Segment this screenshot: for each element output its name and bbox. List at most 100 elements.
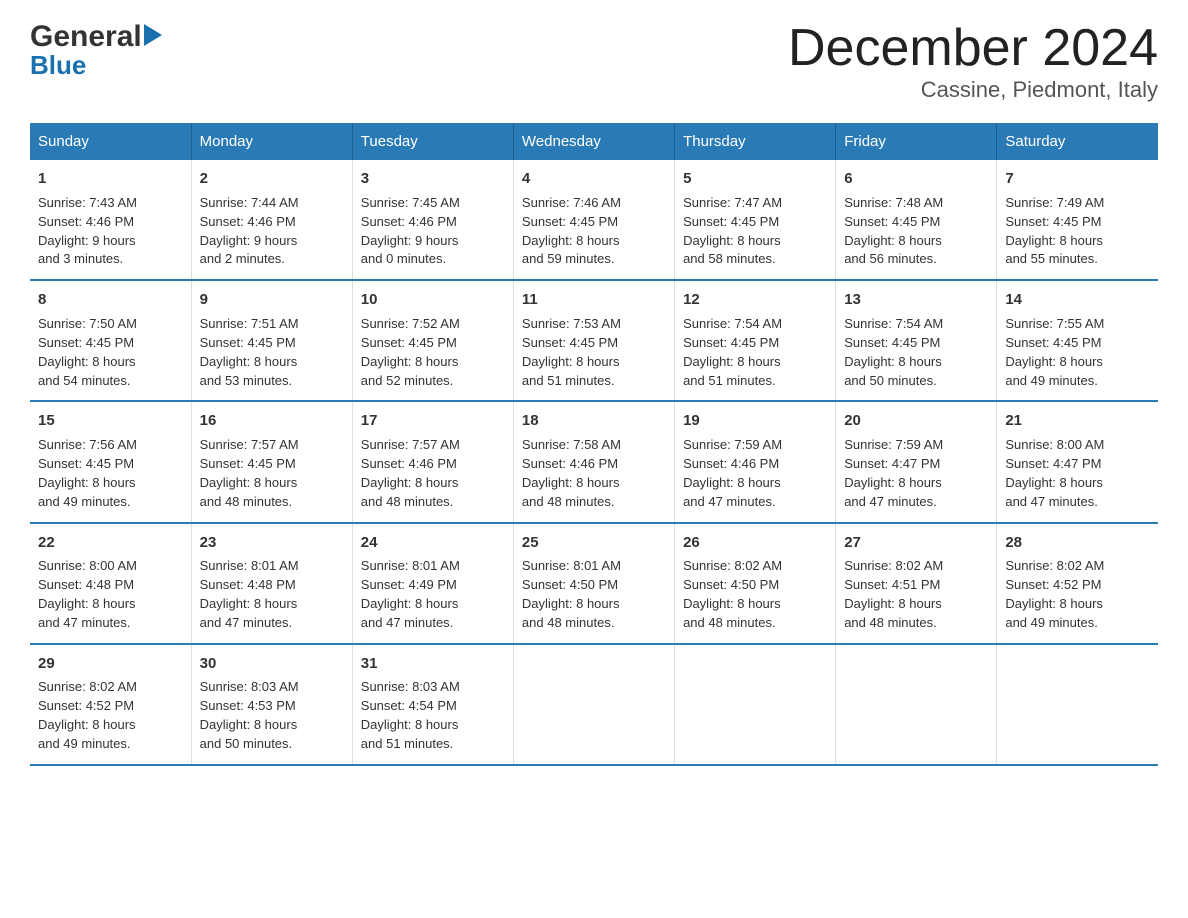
calendar-table: Sunday Monday Tuesday Wednesday Thursday… bbox=[30, 123, 1158, 766]
sunrise-text: Sunrise: 8:01 AM bbox=[522, 558, 621, 573]
table-row: 13 Sunrise: 7:54 AM Sunset: 4:45 PM Dayl… bbox=[836, 280, 997, 401]
daylight-text: Daylight: 8 hours bbox=[844, 354, 942, 369]
day-number: 25 bbox=[522, 532, 666, 554]
sunset-text: Sunset: 4:45 PM bbox=[522, 214, 618, 229]
sunrise-text: Sunrise: 7:53 AM bbox=[522, 316, 621, 331]
daylight-text: Daylight: 8 hours bbox=[522, 233, 620, 248]
sunset-text: Sunset: 4:48 PM bbox=[200, 577, 296, 592]
table-row: 29 Sunrise: 8:02 AM Sunset: 4:52 PM Dayl… bbox=[30, 644, 191, 765]
daylight-text: Daylight: 8 hours bbox=[683, 596, 781, 611]
sunset-text: Sunset: 4:45 PM bbox=[200, 456, 296, 471]
sunset-text: Sunset: 4:46 PM bbox=[361, 456, 457, 471]
logo-general-text: General bbox=[30, 20, 142, 54]
table-row: 2 Sunrise: 7:44 AM Sunset: 4:46 PM Dayli… bbox=[191, 160, 352, 280]
table-row: 3 Sunrise: 7:45 AM Sunset: 4:46 PM Dayli… bbox=[352, 160, 513, 280]
sunrise-text: Sunrise: 7:54 AM bbox=[844, 316, 943, 331]
sunset-text: Sunset: 4:47 PM bbox=[844, 456, 940, 471]
day-number: 10 bbox=[361, 289, 505, 311]
calendar-week-row: 8 Sunrise: 7:50 AM Sunset: 4:45 PM Dayli… bbox=[30, 280, 1158, 401]
sunset-text: Sunset: 4:50 PM bbox=[683, 577, 779, 592]
daylight-text: Daylight: 9 hours bbox=[38, 233, 136, 248]
day-info: Sunrise: 7:53 AM Sunset: 4:45 PM Dayligh… bbox=[522, 315, 666, 390]
day-info: Sunrise: 7:48 AM Sunset: 4:45 PM Dayligh… bbox=[844, 194, 988, 269]
daylight-text: Daylight: 8 hours bbox=[38, 717, 136, 732]
day-number: 3 bbox=[361, 168, 505, 190]
table-row: 30 Sunrise: 8:03 AM Sunset: 4:53 PM Dayl… bbox=[191, 644, 352, 765]
sunrise-text: Sunrise: 7:50 AM bbox=[38, 316, 137, 331]
sunset-text: Sunset: 4:45 PM bbox=[1005, 335, 1101, 350]
sunrise-text: Sunrise: 8:01 AM bbox=[361, 558, 460, 573]
table-row bbox=[513, 644, 674, 765]
table-row: 16 Sunrise: 7:57 AM Sunset: 4:45 PM Dayl… bbox=[191, 401, 352, 522]
logo-arrow-icon bbox=[144, 24, 162, 51]
daylight-text: Daylight: 8 hours bbox=[1005, 475, 1103, 490]
daylight-text: Daylight: 8 hours bbox=[844, 233, 942, 248]
daylight-text2: and 50 minutes. bbox=[844, 373, 937, 388]
daylight-text2: and 49 minutes. bbox=[1005, 615, 1098, 630]
daylight-text: Daylight: 8 hours bbox=[1005, 354, 1103, 369]
daylight-text2: and 48 minutes. bbox=[361, 494, 454, 509]
sunrise-text: Sunrise: 7:52 AM bbox=[361, 316, 460, 331]
table-row bbox=[836, 644, 997, 765]
table-row: 10 Sunrise: 7:52 AM Sunset: 4:45 PM Dayl… bbox=[352, 280, 513, 401]
sunrise-text: Sunrise: 7:57 AM bbox=[361, 437, 460, 452]
day-info: Sunrise: 7:47 AM Sunset: 4:45 PM Dayligh… bbox=[683, 194, 827, 269]
table-row: 24 Sunrise: 8:01 AM Sunset: 4:49 PM Dayl… bbox=[352, 523, 513, 644]
col-sunday: Sunday bbox=[30, 123, 191, 160]
day-info: Sunrise: 7:59 AM Sunset: 4:47 PM Dayligh… bbox=[844, 436, 988, 511]
sunset-text: Sunset: 4:45 PM bbox=[522, 335, 618, 350]
sunrise-text: Sunrise: 7:59 AM bbox=[683, 437, 782, 452]
table-row: 25 Sunrise: 8:01 AM Sunset: 4:50 PM Dayl… bbox=[513, 523, 674, 644]
table-row: 1 Sunrise: 7:43 AM Sunset: 4:46 PM Dayli… bbox=[30, 160, 191, 280]
sunrise-text: Sunrise: 8:02 AM bbox=[844, 558, 943, 573]
col-wednesday: Wednesday bbox=[513, 123, 674, 160]
day-number: 2 bbox=[200, 168, 344, 190]
table-row: 14 Sunrise: 7:55 AM Sunset: 4:45 PM Dayl… bbox=[997, 280, 1158, 401]
daylight-text2: and 47 minutes. bbox=[1005, 494, 1098, 509]
table-row: 15 Sunrise: 7:56 AM Sunset: 4:45 PM Dayl… bbox=[30, 401, 191, 522]
day-info: Sunrise: 7:58 AM Sunset: 4:46 PM Dayligh… bbox=[522, 436, 666, 511]
sunrise-text: Sunrise: 8:02 AM bbox=[1005, 558, 1104, 573]
table-row: 4 Sunrise: 7:46 AM Sunset: 4:45 PM Dayli… bbox=[513, 160, 674, 280]
sunset-text: Sunset: 4:49 PM bbox=[361, 577, 457, 592]
sunrise-text: Sunrise: 7:49 AM bbox=[1005, 195, 1104, 210]
calendar-week-row: 1 Sunrise: 7:43 AM Sunset: 4:46 PM Dayli… bbox=[30, 160, 1158, 280]
daylight-text: Daylight: 8 hours bbox=[844, 475, 942, 490]
table-row: 21 Sunrise: 8:00 AM Sunset: 4:47 PM Dayl… bbox=[997, 401, 1158, 522]
page-subtitle: Cassine, Piedmont, Italy bbox=[788, 77, 1158, 103]
daylight-text2: and 52 minutes. bbox=[361, 373, 454, 388]
logo: General Blue bbox=[30, 20, 162, 81]
daylight-text2: and 48 minutes. bbox=[844, 615, 937, 630]
daylight-text: Daylight: 8 hours bbox=[38, 596, 136, 611]
sunrise-text: Sunrise: 7:51 AM bbox=[200, 316, 299, 331]
day-number: 24 bbox=[361, 532, 505, 554]
page-title: December 2024 bbox=[788, 20, 1158, 77]
daylight-text: Daylight: 8 hours bbox=[361, 475, 459, 490]
sunrise-text: Sunrise: 7:54 AM bbox=[683, 316, 782, 331]
table-row: 17 Sunrise: 7:57 AM Sunset: 4:46 PM Dayl… bbox=[352, 401, 513, 522]
sunrise-text: Sunrise: 7:59 AM bbox=[844, 437, 943, 452]
day-number: 20 bbox=[844, 410, 988, 432]
day-info: Sunrise: 7:46 AM Sunset: 4:45 PM Dayligh… bbox=[522, 194, 666, 269]
sunrise-text: Sunrise: 8:00 AM bbox=[38, 558, 137, 573]
daylight-text2: and 48 minutes. bbox=[522, 615, 615, 630]
day-number: 7 bbox=[1005, 168, 1150, 190]
daylight-text: Daylight: 8 hours bbox=[844, 596, 942, 611]
table-row: 12 Sunrise: 7:54 AM Sunset: 4:45 PM Dayl… bbox=[675, 280, 836, 401]
daylight-text: Daylight: 9 hours bbox=[200, 233, 298, 248]
daylight-text: Daylight: 8 hours bbox=[38, 475, 136, 490]
sunset-text: Sunset: 4:45 PM bbox=[361, 335, 457, 350]
daylight-text: Daylight: 8 hours bbox=[200, 354, 298, 369]
day-info: Sunrise: 7:52 AM Sunset: 4:45 PM Dayligh… bbox=[361, 315, 505, 390]
sunrise-text: Sunrise: 8:02 AM bbox=[683, 558, 782, 573]
day-info: Sunrise: 7:57 AM Sunset: 4:46 PM Dayligh… bbox=[361, 436, 505, 511]
day-info: Sunrise: 7:55 AM Sunset: 4:45 PM Dayligh… bbox=[1005, 315, 1150, 390]
day-number: 22 bbox=[38, 532, 183, 554]
calendar-header-row: Sunday Monday Tuesday Wednesday Thursday… bbox=[30, 123, 1158, 160]
page-header: General Blue December 2024 Cassine, Pied… bbox=[30, 20, 1158, 103]
day-number: 5 bbox=[683, 168, 827, 190]
daylight-text: Daylight: 8 hours bbox=[522, 475, 620, 490]
day-info: Sunrise: 7:54 AM Sunset: 4:45 PM Dayligh… bbox=[844, 315, 988, 390]
daylight-text2: and 50 minutes. bbox=[200, 736, 293, 751]
day-info: Sunrise: 8:03 AM Sunset: 4:54 PM Dayligh… bbox=[361, 678, 505, 753]
